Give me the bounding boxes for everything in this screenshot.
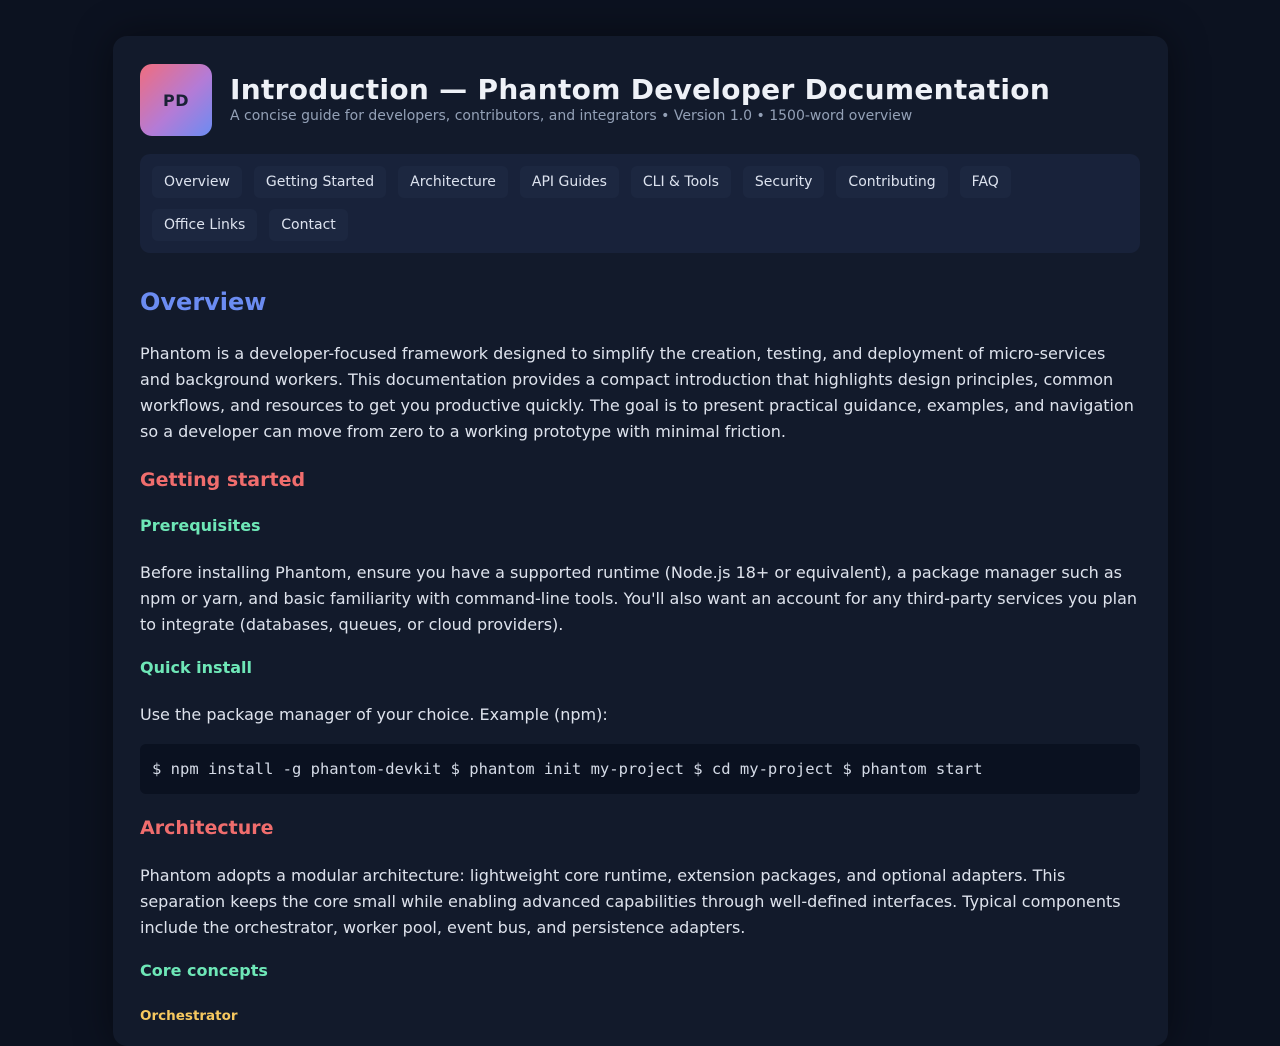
doc-content: PD Introduction — Phantom Developer Docu…	[140, 64, 1140, 1025]
page-header: PD Introduction — Phantom Developer Docu…	[140, 64, 1140, 136]
nav-link-contact[interactable]: Contact	[269, 209, 348, 241]
logo: PD	[140, 64, 212, 136]
page-title: Introduction — Phantom Developer Documen…	[230, 73, 1051, 106]
page-subtitle: A concise guide for developers, contribu…	[230, 108, 913, 124]
overview-heading: Overview	[140, 288, 267, 316]
nav-link-security[interactable]: Security	[742, 166, 825, 198]
architecture-paragraph: Phantom adopts a modular architecture: l…	[140, 866, 1121, 937]
quick-install-heading: Quick install	[140, 658, 252, 677]
overview-paragraph: Phantom is a developer-focused framework…	[140, 344, 1134, 441]
nav-bar: Overview Getting Started Architecture AP…	[140, 154, 1140, 253]
prerequisites-heading: Prerequisites	[140, 516, 261, 535]
prerequisites-paragraph: Before installing Phantom, ensure you ha…	[140, 563, 1138, 634]
doc-card: PD Introduction — Phantom Developer Docu…	[113, 36, 1168, 1046]
nav-link-cli-tools[interactable]: CLI & Tools	[630, 166, 731, 198]
nav-link-api-guides[interactable]: API Guides	[519, 166, 619, 198]
nav-link-getting-started[interactable]: Getting Started	[253, 166, 387, 198]
getting-started-heading: Getting started	[140, 469, 306, 491]
orchestrator-heading: Orchestrator	[140, 1008, 238, 1024]
architecture-heading: Architecture	[140, 817, 274, 839]
nav-link-overview[interactable]: Overview	[152, 166, 242, 198]
nav-link-contributing[interactable]: Contributing	[836, 166, 948, 198]
nav-link-architecture[interactable]: Architecture	[398, 166, 508, 198]
nav-link-office-links[interactable]: Office Links	[152, 209, 258, 241]
nav-link-faq[interactable]: FAQ	[959, 166, 1011, 198]
core-concepts-heading: Core concepts	[140, 961, 268, 980]
install-code-block: $ npm install -g phantom-devkit $ phanto…	[140, 744, 1140, 794]
quick-install-paragraph: Use the package manager of your choice. …	[140, 705, 608, 724]
header-titles: Introduction — Phantom Developer Documen…	[230, 73, 1050, 125]
